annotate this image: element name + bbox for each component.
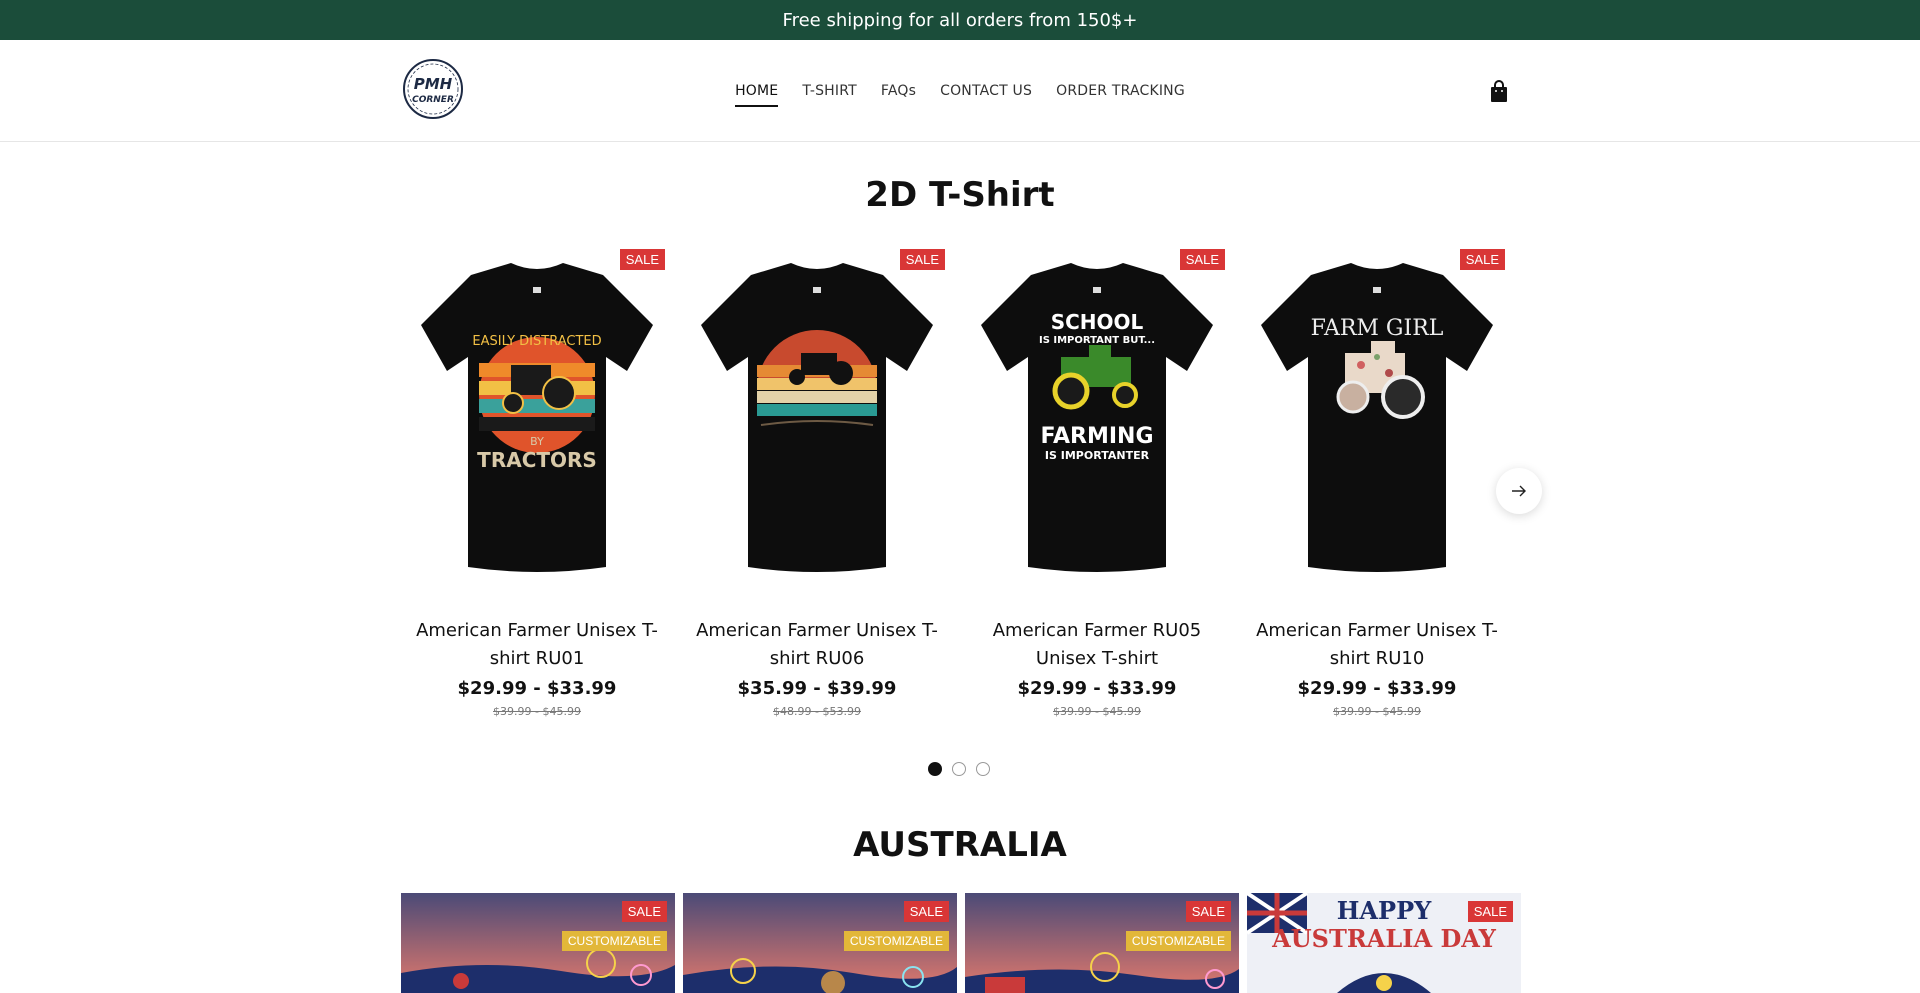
announcement-text: Free shipping for all orders from 150$+ (782, 9, 1138, 31)
cart-button[interactable] (1488, 80, 1510, 104)
svg-text:EASILY DISTRACTED: EASILY DISTRACTED (472, 334, 601, 349)
nav-home[interactable]: HOME (735, 77, 779, 107)
product-compare-price: $39.99 - $45.99 (493, 705, 581, 718)
product-title[interactable]: American Farmer Unisex T-shirt RU10 (1241, 617, 1513, 673)
product-card[interactable]: SALE CUSTOMIZABLE (965, 893, 1239, 993)
product-price: $29.99 - $33.99 (1297, 678, 1457, 699)
product-carousel: EASILY DISTRACTED BY TRACTORS SALE Ameri… (401, 245, 1521, 718)
svg-text:FARM GIRL: FARM GIRL (1311, 316, 1444, 341)
product-title[interactable]: American Farmer RU05 Unisex T-shirt (961, 617, 1233, 673)
nav-order-tracking[interactable]: ORDER TRACKING (1056, 77, 1185, 105)
product-card[interactable]: SALE CUSTOMIZABLE (401, 893, 675, 993)
tshirt-image: FARM GIRL (1261, 263, 1493, 572)
product-title[interactable]: American Farmer Unisex T-shirt RU06 (681, 617, 953, 673)
section-title-2d-tshirt: 2D T-Shirt (865, 175, 1055, 215)
product-price: $35.99 - $39.99 (737, 678, 897, 699)
product-image[interactable]: SALE (681, 245, 953, 585)
tshirt-image (701, 263, 933, 572)
carousel-dot[interactable] (952, 762, 966, 776)
sale-badge: SALE (1179, 249, 1225, 270)
product-image[interactable]: FARM GIRL SALE (1241, 245, 1513, 585)
product-compare-price: $39.99 - $45.99 (1053, 705, 1141, 718)
sale-badge: SALE (621, 901, 667, 922)
customizable-badge: CUSTOMIZABLE (843, 931, 949, 951)
product-card[interactable]: SALE CUSTOMIZABLE (683, 893, 957, 993)
svg-text:FARMING: FARMING (1040, 424, 1153, 449)
site-header: PMH CORNER HOME T-SHIRT FAQs CONTACT US … (0, 40, 1920, 142)
svg-text:IS IMPORTANT BUT...: IS IMPORTANT BUT... (1039, 335, 1155, 346)
product-card[interactable]: SCHOOL IS IMPORTANT BUT... FARMING IS IM… (961, 245, 1241, 718)
svg-text:IS IMPORTANTER: IS IMPORTANTER (1045, 449, 1150, 462)
shopping-bag-icon (1491, 80, 1507, 102)
nav-contact-us[interactable]: CONTACT US (940, 77, 1032, 105)
svg-text:HAPPY: HAPPY (1337, 896, 1432, 925)
product-compare-price: $39.99 - $45.99 (1333, 705, 1421, 718)
product-card[interactable]: SALE American Farmer Unisex T-shirt RU06… (681, 245, 961, 718)
product-card[interactable]: EASILY DISTRACTED BY TRACTORS SALE Ameri… (401, 245, 681, 718)
tshirt-image: SCHOOL IS IMPORTANT BUT... FARMING IS IM… (981, 263, 1213, 572)
tshirt-image: EASILY DISTRACTED BY TRACTORS (421, 263, 653, 572)
sale-badge: SALE (619, 249, 665, 270)
sale-badge: SALE (899, 249, 945, 270)
product-title[interactable]: American Farmer Unisex T-shirt RU01 (401, 617, 673, 673)
product-image[interactable]: EASILY DISTRACTED BY TRACTORS SALE (401, 245, 673, 585)
sale-badge: SALE (903, 901, 949, 922)
svg-text:TRACTORS: TRACTORS (477, 448, 597, 472)
product-image[interactable]: SCHOOL IS IMPORTANT BUT... FARMING IS IM… (961, 245, 1233, 585)
sale-badge: SALE (1459, 249, 1505, 270)
customizable-badge: CUSTOMIZABLE (1125, 931, 1231, 951)
section-title-australia: AUSTRALIA (853, 825, 1067, 865)
nav-faqs[interactable]: FAQs (881, 77, 916, 105)
customizable-badge: CUSTOMIZABLE (561, 931, 667, 951)
arrow-right-icon (1512, 485, 1526, 497)
svg-text:AUSTRALIA DAY: AUSTRALIA DAY (1271, 924, 1497, 953)
svg-text:SCHOOL: SCHOOL (1051, 310, 1144, 334)
carousel-dot[interactable] (976, 762, 990, 776)
product-compare-price: $48.99 - $53.99 (773, 705, 861, 718)
nav-t-shirt[interactable]: T-SHIRT (802, 77, 857, 105)
svg-text:BY: BY (530, 435, 544, 448)
main-nav: HOME T-SHIRT FAQs CONTACT US ORDER TRACK… (0, 40, 1920, 142)
product-card[interactable]: HAPPY AUSTRALIA DAY SALE (1247, 893, 1521, 993)
announcement-bar: Free shipping for all orders from 150$+ (0, 0, 1920, 40)
carousel-dots (928, 762, 990, 776)
australia-product-row: SALE CUSTOMIZABLE SALE CUSTOMIZABLE SALE… (401, 893, 1521, 993)
product-price: $29.99 - $33.99 (457, 678, 617, 699)
carousel-next-button[interactable] (1496, 468, 1542, 514)
sale-badge: SALE (1467, 901, 1513, 922)
product-card[interactable]: FARM GIRL SALE American Farmer Unisex T-… (1241, 245, 1521, 718)
carousel-dot[interactable] (928, 762, 942, 776)
sale-badge: SALE (1185, 901, 1231, 922)
product-price: $29.99 - $33.99 (1017, 678, 1177, 699)
